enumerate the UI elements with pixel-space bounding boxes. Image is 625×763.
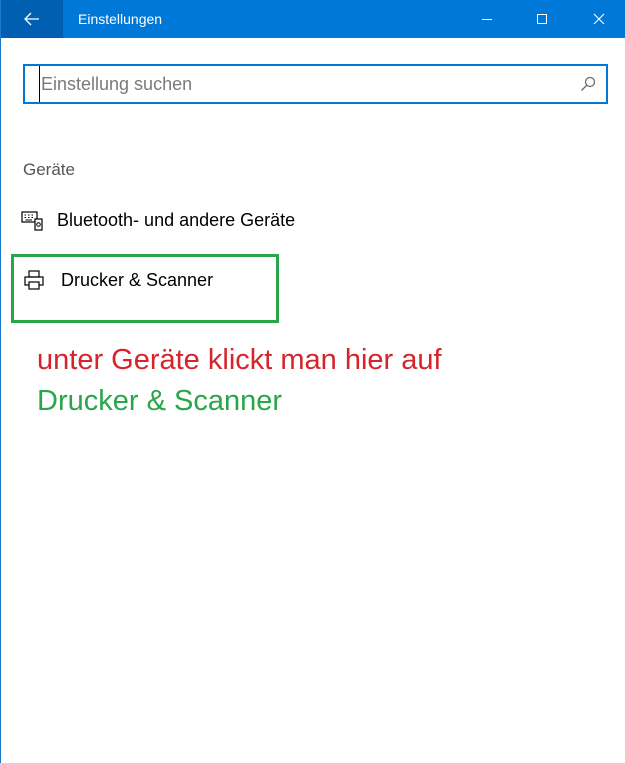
search-input[interactable]	[39, 66, 569, 102]
annotation-text-line1: unter Geräte klickt man hier auf	[37, 344, 442, 376]
nav-item-label: Bluetooth- und andere Geräte	[57, 209, 296, 230]
arrow-left-icon	[24, 12, 39, 26]
maximize-button[interactable]	[511, 0, 573, 38]
nav-item-drucker-scanner[interactable]: Drucker & Scanner	[13, 254, 275, 306]
search-box	[23, 64, 608, 104]
close-button[interactable]	[568, 0, 625, 38]
minimize-button[interactable]	[456, 0, 518, 38]
annotation-text-line2: Drucker & Scanner	[37, 385, 282, 417]
bluetooth-devices-icon	[21, 207, 43, 233]
nav-item-label: Drucker & Scanner	[61, 269, 214, 290]
maximize-icon	[537, 14, 547, 24]
close-icon	[593, 13, 605, 25]
nav-item-bluetooth[interactable]: Bluetooth- und andere Geräte	[13, 194, 295, 246]
settings-window: Einstellungen Geräte	[0, 0, 625, 763]
printer-icon	[21, 267, 47, 293]
search-icon[interactable]	[580, 76, 596, 92]
window-title: Einstellungen	[78, 11, 163, 27]
minimize-icon	[482, 19, 492, 20]
section-header-geraete: Geräte	[23, 160, 75, 179]
back-button[interactable]	[1, 0, 63, 38]
title-bar: Einstellungen	[1, 0, 625, 38]
